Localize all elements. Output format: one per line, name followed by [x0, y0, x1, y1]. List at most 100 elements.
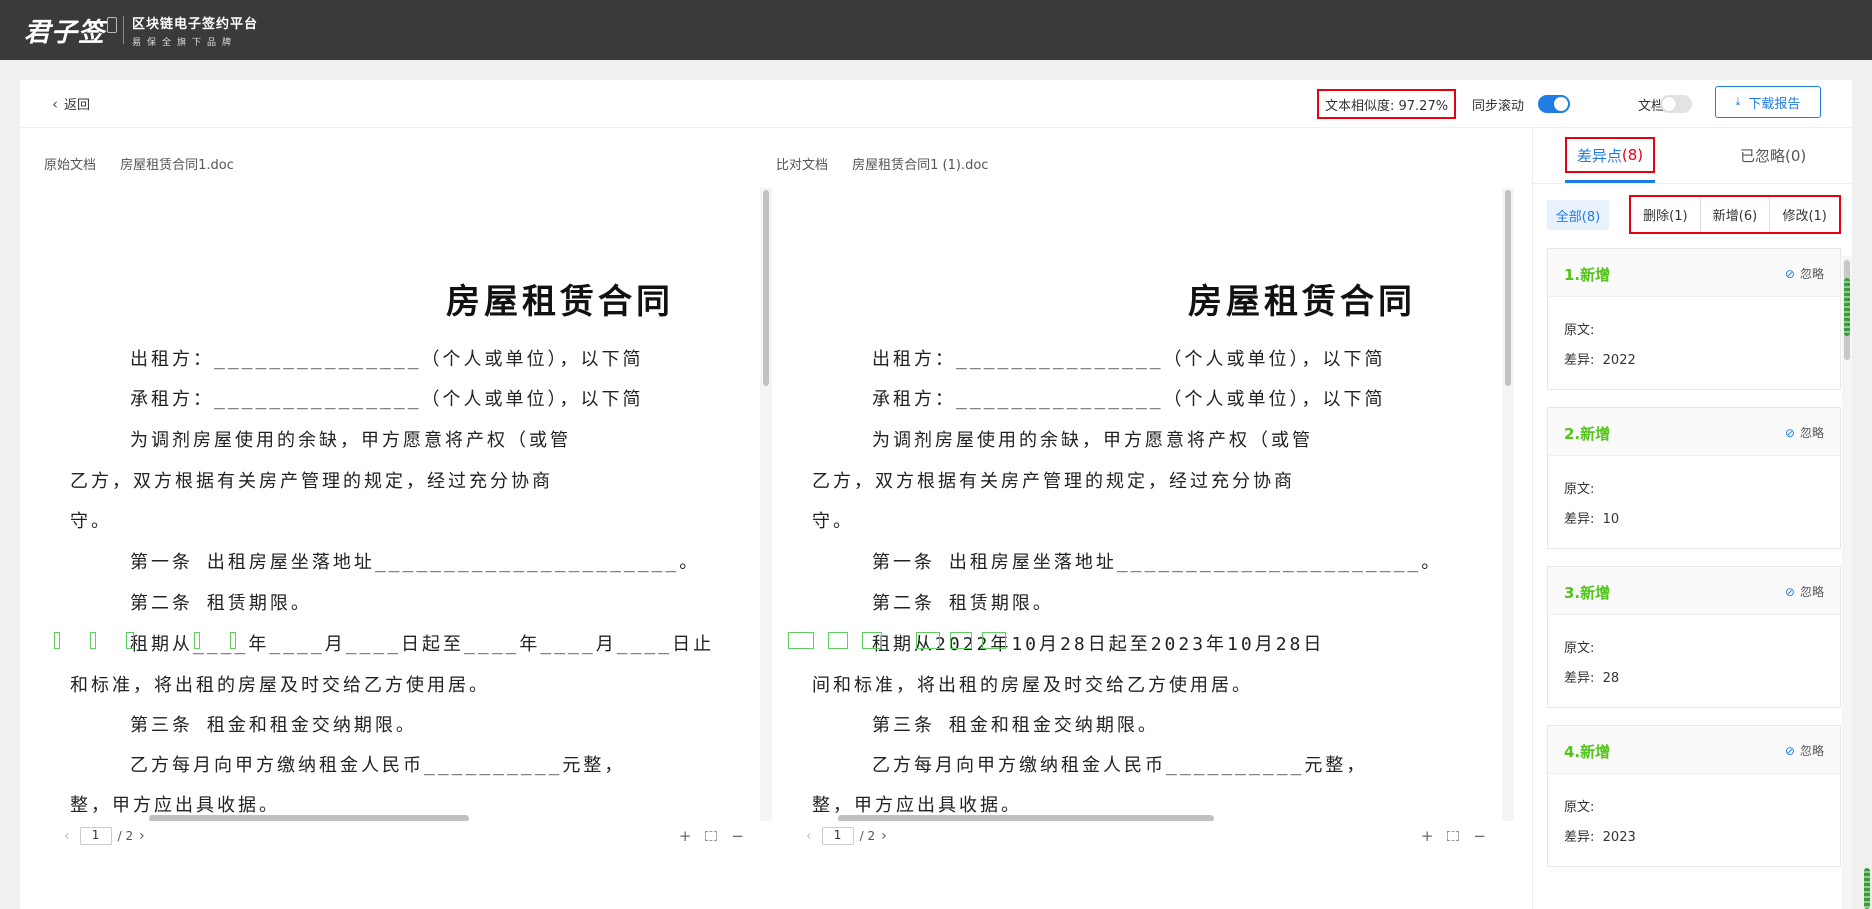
- doc-line: 第二条 租赁期限。: [872, 593, 1054, 614]
- card-diff-row: 差异: 28: [1564, 667, 1619, 686]
- brand-seal-icon: [107, 17, 118, 33]
- sidebar-scrollbar[interactable]: [1842, 256, 1852, 909]
- brand-tagline: 区块链电子签约平台: [132, 16, 259, 32]
- swap-docs-toggle[interactable]: [1660, 95, 1692, 113]
- diff-marker: [982, 632, 1006, 649]
- next-page-icon[interactable]: ›: [881, 828, 887, 844]
- plus-icon[interactable]: +: [679, 827, 692, 845]
- ignore-label: 忽略: [1799, 267, 1824, 281]
- right-doc-filename: 房屋租赁合同1 (1).doc: [852, 158, 989, 173]
- minus-icon[interactable]: −: [1473, 827, 1486, 845]
- doc-line: 和标准，将出租的房屋及时交给乙方使用居。: [70, 675, 490, 696]
- card-title: 4.新增: [1564, 743, 1611, 761]
- difference-card[interactable]: 2.新增 ⊘ 忽略 原文: 差异: 10: [1547, 407, 1841, 549]
- doc-line: 乙方，双方根据有关房产管理的规定，经过充分协商: [70, 471, 553, 492]
- diff-marker: [828, 632, 848, 649]
- page-total: / 2: [117, 829, 134, 843]
- card-diff-label: 差异:: [1564, 671, 1595, 686]
- card-diff-row: 差异: 2023: [1564, 826, 1636, 845]
- card-diff-row: 差异: 2022: [1564, 349, 1636, 368]
- card-diff-label: 差异:: [1564, 512, 1595, 527]
- doc-line: 第三条 租金和租金交纳期限。: [130, 715, 417, 736]
- card-title: 1.新增: [1564, 266, 1611, 284]
- left-doc-header: 原始文档 房屋租赁合同1.doc: [44, 154, 234, 173]
- card-title: 2.新增: [1564, 425, 1611, 443]
- prev-page-icon[interactable]: ‹: [64, 828, 70, 844]
- prev-page-icon[interactable]: ‹: [806, 828, 812, 844]
- doc-line: 第一条 出租房屋坐落地址______________________。: [872, 552, 1443, 573]
- doc-line: 间和标准，将出租的房屋及时交给乙方使用居。: [812, 675, 1253, 696]
- ignore-label: 忽略: [1799, 744, 1824, 758]
- tab-differences-label: 差异点: [1576, 146, 1622, 165]
- brand-sub: 易保全旗下品牌: [132, 37, 238, 48]
- ignore-button[interactable]: ⊘ 忽略: [1785, 742, 1824, 759]
- difference-card[interactable]: 4.新增 ⊘ 忽略 原文: 差异: 2023: [1547, 725, 1841, 867]
- left-doc-label: 原始文档: [44, 158, 97, 173]
- card-diff-label: 差异:: [1564, 353, 1595, 368]
- doc-line: 整，甲方应出具收据。: [70, 795, 280, 816]
- sidebar-tabs: 差异点 (8) 已忽略(0): [1533, 128, 1852, 184]
- page-number-input[interactable]: 1: [79, 827, 112, 845]
- plus-icon[interactable]: +: [1421, 827, 1434, 845]
- difference-card[interactable]: 1.新增 ⊘ 忽略 原文: 差异: 2022: [1547, 248, 1841, 390]
- sync-scroll-toggle[interactable]: [1538, 95, 1570, 113]
- next-page-icon[interactable]: ›: [139, 828, 145, 844]
- doc-line: 第三条 租金和租金交纳期限。: [872, 715, 1159, 736]
- eye-off-icon: ⊘: [1784, 584, 1795, 599]
- download-icon: ⤓: [1735, 95, 1741, 108]
- back-label: 返回: [64, 98, 91, 113]
- card-diff-row: 差异: 10: [1564, 508, 1619, 527]
- filter-delete-button[interactable]: 删除(1): [1631, 197, 1701, 232]
- card-diff-value: 2022: [1602, 353, 1636, 368]
- filter-add-button[interactable]: 新增(6): [1701, 197, 1771, 232]
- doc-line: 整，甲方应出具收据。: [812, 795, 1022, 816]
- ignore-button[interactable]: ⊘ 忽略: [1785, 424, 1824, 441]
- fit-screen-icon[interactable]: [1447, 831, 1460, 841]
- vertical-scrollbar[interactable]: [760, 188, 772, 821]
- brand-divider: [123, 16, 125, 44]
- diff-overview-marker: [1864, 868, 1870, 909]
- sync-scroll-label: 同步滚动: [1472, 99, 1525, 114]
- right-doc-viewer[interactable]: 房屋租赁合同 出租方：_______________（个人或单位），以下简 承租…: [786, 188, 1514, 821]
- diff-marker: [126, 632, 134, 649]
- download-report-button[interactable]: ⤓ 下载报告: [1715, 86, 1821, 118]
- compare-toolbar: ‹ 返回 文本相似度: 97.27% 同步滚动 文档对调 ⤓ 下载报告: [20, 80, 1852, 128]
- ignore-button[interactable]: ⊘ 忽略: [1785, 583, 1824, 600]
- page-number-input[interactable]: 1: [821, 827, 854, 845]
- filter-modify-button[interactable]: 修改(1): [1770, 197, 1839, 232]
- right-doc-label: 比对文档: [776, 158, 829, 173]
- diff-marker: [950, 632, 972, 649]
- diff-marker: [862, 632, 882, 649]
- card-original-label: 原文:: [1564, 482, 1595, 497]
- card-diff-value: 10: [1602, 512, 1620, 527]
- minus-icon[interactable]: −: [731, 827, 744, 845]
- right-doc-pager: ‹ 1 / 2 › + −: [786, 821, 1502, 851]
- tab-ignored[interactable]: 已忽略(0): [1740, 145, 1806, 166]
- ignore-button[interactable]: ⊘ 忽略: [1785, 265, 1824, 282]
- zoom-controls: + −: [1407, 827, 1486, 845]
- top-bar: 君子签 区块链电子签约平台 易保全旗下品牌: [0, 0, 1872, 60]
- zoom-controls: + −: [665, 827, 744, 845]
- vertical-scrollbar[interactable]: [1502, 188, 1514, 821]
- fit-screen-icon[interactable]: [705, 831, 718, 841]
- doc-line: 第二条 租赁期限。: [130, 593, 312, 614]
- doc-line: 乙方，双方根据有关房产管理的规定，经过充分协商: [812, 471, 1295, 492]
- doc-line: 守。: [70, 511, 112, 532]
- diff-markers: [788, 632, 1006, 649]
- filter-all-button[interactable]: 全部(8): [1547, 200, 1609, 230]
- doc-line: 乙方每月向甲方缴纳租金人民币__________元整，: [130, 755, 626, 776]
- difference-card[interactable]: 3.新增 ⊘ 忽略 原文: 差异: 28: [1547, 566, 1841, 708]
- card-original-label: 原文:: [1564, 323, 1595, 338]
- differences-sidebar: 差异点 (8) 已忽略(0) 全部(8) 删除(1) 新增(6) 修改(1) 1.…: [1532, 128, 1852, 909]
- back-button[interactable]: ‹ 返回: [52, 94, 91, 114]
- left-doc-filename: 房屋租赁合同1.doc: [120, 158, 234, 173]
- card-diff-value: 2023: [1602, 830, 1636, 845]
- diff-markers: [54, 632, 236, 649]
- ignore-label: 忽略: [1799, 585, 1824, 599]
- diff-overview-marker: [1844, 278, 1850, 336]
- active-tab-underline: [1565, 180, 1655, 183]
- tab-differences[interactable]: 差异点 (8): [1565, 137, 1655, 173]
- card-original-label: 原文:: [1564, 800, 1595, 815]
- left-doc-viewer[interactable]: 房屋租赁合同 出租方：_______________（个人或单位），以下简 承租…: [44, 188, 772, 821]
- page-total: / 2: [859, 829, 876, 843]
